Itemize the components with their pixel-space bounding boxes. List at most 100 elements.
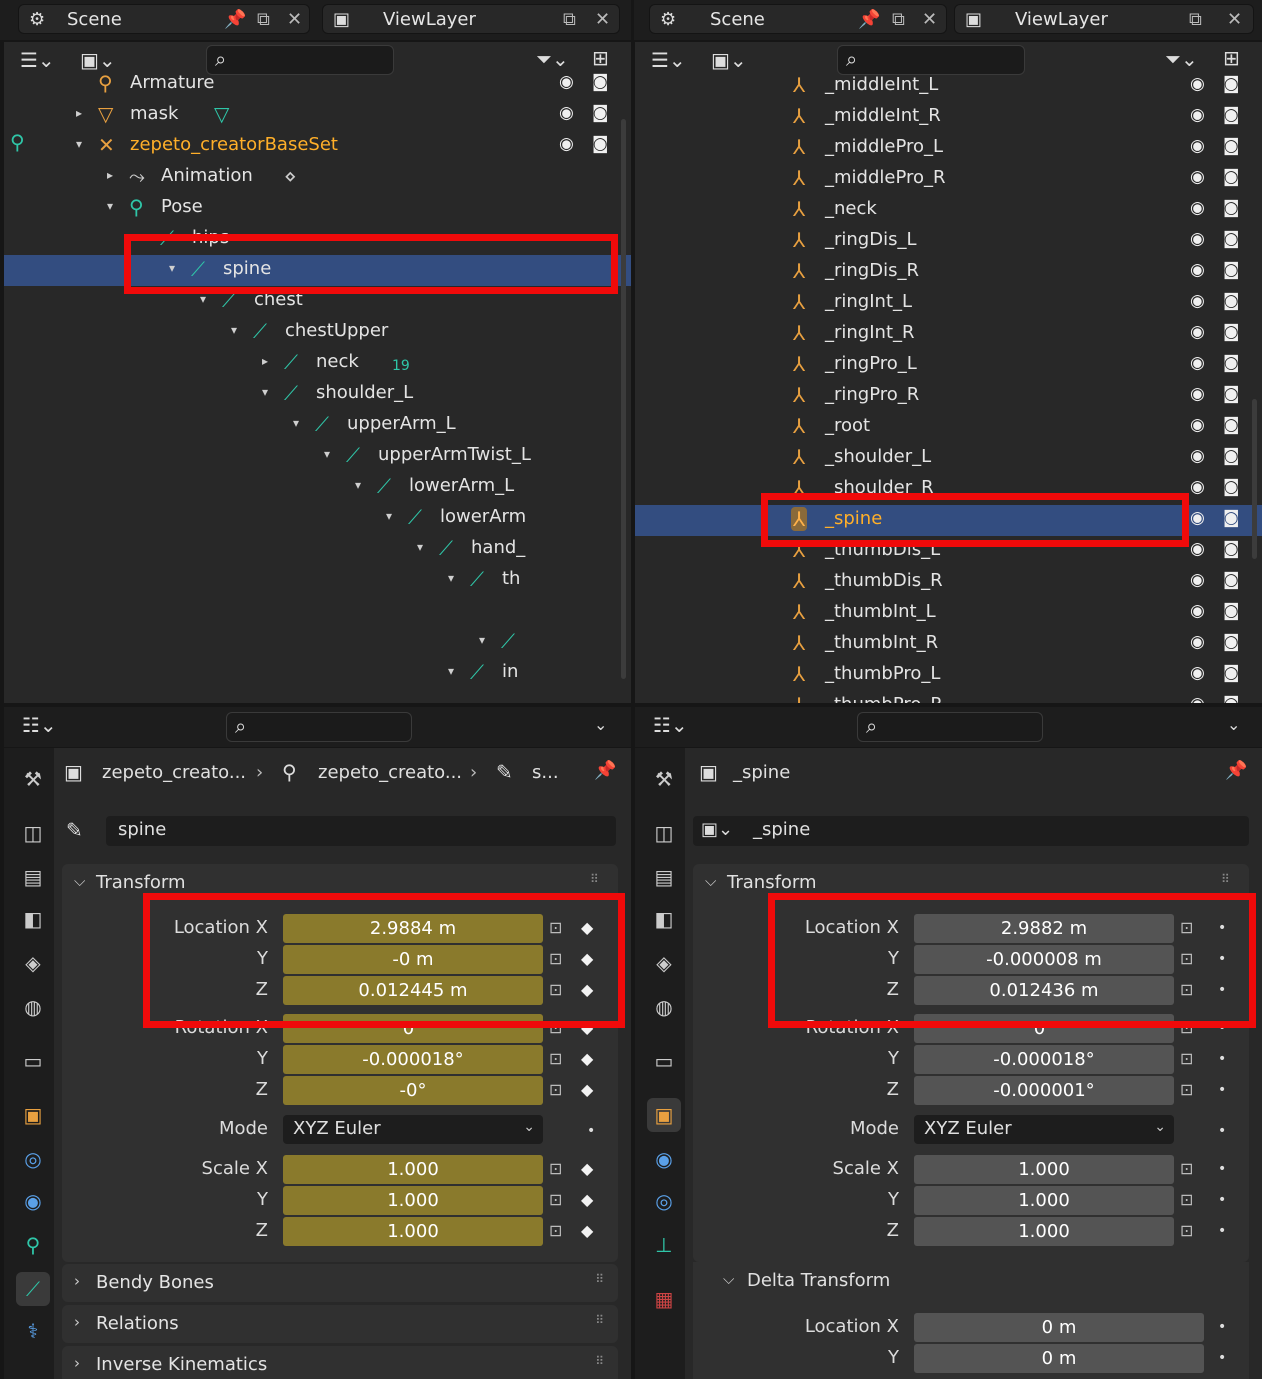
keyframe-diamond-icon[interactable]: ◆ <box>581 1190 593 1209</box>
delta-location-x-field[interactable]: 0 m <box>914 1313 1204 1342</box>
visibility-eye-icon[interactable]: ◉ <box>559 72 574 92</box>
render-tab-icon[interactable]: ◫ <box>647 816 681 850</box>
render-tab-icon[interactable]: ◫ <box>16 816 50 850</box>
render-camera-icon[interactable]: ◙ <box>1223 446 1240 466</box>
collection-tab-icon[interactable]: ▭ <box>647 1044 681 1078</box>
scene-tab-icon[interactable]: ◈ <box>16 946 50 980</box>
visibility-eye-icon[interactable]: ◉ <box>1190 74 1205 94</box>
render-camera-icon[interactable]: ◙ <box>1223 198 1240 218</box>
pin-icon[interactable]: 📌 <box>224 9 246 30</box>
scale-y-field[interactable]: 1.000 <box>914 1186 1174 1215</box>
render-camera-icon[interactable]: ◙ <box>1223 260 1240 280</box>
outliner-row[interactable]: ▾ ⟋ hand_ <box>4 534 631 565</box>
options-dropdown-icon[interactable]: ⌄ <box>1227 715 1240 734</box>
drag-grip-icon[interactable]: ⠿ <box>595 1313 604 1327</box>
scrollbar[interactable] <box>1252 399 1257 559</box>
rotation-mode-select[interactable]: XYZ Euler ⌄ <box>914 1115 1174 1144</box>
render-camera-icon[interactable]: ◙ <box>1223 353 1240 373</box>
visibility-eye-icon[interactable]: ◉ <box>1190 136 1205 156</box>
render-camera-icon[interactable]: ◙ <box>592 72 609 92</box>
filter-icon[interactable]: ⏷⌄ <box>536 47 569 71</box>
render-camera-icon[interactable]: ◙ <box>1223 570 1240 590</box>
close-icon[interactable]: ✕ <box>922 9 937 30</box>
outliner-row[interactable]: ▸ ⤳ Animation ⋄ <box>4 162 631 193</box>
rotation-x-field[interactable]: 0° <box>914 1014 1174 1043</box>
transform-title[interactable]: Transform <box>727 872 817 893</box>
outliner-row[interactable]: ⅄ _thumbInt_R ◉ ◙ <box>635 629 1262 660</box>
outliner-row[interactable]: ▾ ⟋ chest <box>4 286 631 317</box>
render-camera-icon[interactable]: ◙ <box>1223 539 1240 559</box>
location-x-field[interactable]: 2.9882 m <box>914 914 1174 943</box>
keyframe-diamond-icon[interactable]: ◆ <box>581 918 593 937</box>
new-scene-icon[interactable]: ⧉ <box>892 9 905 30</box>
armature-mode-icon[interactable]: ⚲ <box>10 130 25 154</box>
outliner-row[interactable]: ▾ ⟋ hips <box>4 224 631 255</box>
render-camera-icon[interactable]: ◙ <box>1223 508 1240 528</box>
chevron-down-icon[interactable]: ⌵ <box>723 1270 734 1288</box>
rotation-z-field[interactable]: -0.000001° <box>914 1076 1174 1105</box>
render-camera-icon[interactable]: ◙ <box>592 134 609 154</box>
outliner-row[interactable]: ▾ ⟋ chestUpper <box>4 317 631 348</box>
scale-z-field[interactable]: 1.000 <box>283 1217 543 1246</box>
lock-icon[interactable]: ⊡ <box>549 1049 562 1068</box>
rotation-y-field[interactable]: -0.000018° <box>914 1045 1174 1074</box>
chevron-down-icon[interactable]: ⌵ <box>74 872 85 890</box>
editor-type-icon[interactable]: ☷⌄ <box>22 713 57 737</box>
pin-icon[interactable]: 📌 <box>594 760 616 781</box>
new-collection-icon[interactable]: ⊞ <box>592 46 609 70</box>
lock-icon[interactable]: ⊡ <box>549 949 562 968</box>
outliner-row[interactable]: ⅄ _middleInt_R ◉ ◙ <box>635 102 1262 133</box>
keyframe-diamond-icon[interactable]: ◆ <box>581 949 593 968</box>
delta-transform-title[interactable]: Delta Transform <box>747 1270 890 1291</box>
collection-tab-icon[interactable]: ▭ <box>16 1044 50 1078</box>
location-y-field[interactable]: -0.000008 m <box>914 945 1174 974</box>
viewlayer-selector[interactable]: ▣ ViewLayer ⧉ ✕ <box>954 4 1254 34</box>
collapse-arrow-icon[interactable]: ▾ <box>138 230 144 244</box>
outliner-row[interactable]: ▾ ⟋ shoulder_L <box>4 379 631 410</box>
render-camera-icon[interactable]: ◙ <box>1223 415 1240 435</box>
collapse-arrow-icon[interactable]: ▾ <box>200 292 206 306</box>
outliner-row[interactable]: ⅄ _ringPro_L ◉ ◙ <box>635 350 1262 381</box>
object-type-icon[interactable]: ▣⌄ <box>701 819 733 840</box>
keyframe-diamond-icon[interactable]: ◆ <box>581 980 593 999</box>
render-camera-icon[interactable]: ◙ <box>1223 105 1240 125</box>
visibility-eye-icon[interactable]: ◉ <box>1190 291 1205 311</box>
physics-tab-icon[interactable]: ◉ <box>647 1142 681 1176</box>
visibility-eye-icon[interactable]: ◉ <box>1190 105 1205 125</box>
collapse-arrow-icon[interactable]: ▾ <box>448 664 454 678</box>
visibility-eye-icon[interactable]: ◉ <box>1190 384 1205 404</box>
visibility-eye-icon[interactable]: ◉ <box>1190 694 1205 703</box>
bone-tab-icon[interactable]: ⟋ <box>16 1272 50 1306</box>
outliner-row[interactable]: ▾ ⟋ upperArm_L <box>4 410 631 441</box>
location-z-field[interactable]: 0.012436 m <box>914 976 1174 1005</box>
scene-selector[interactable]: ⚙ Scene 📌 ⧉ ✕ <box>18 4 310 34</box>
collapse-arrow-icon[interactable]: ▾ <box>324 447 330 461</box>
outliner-row[interactable]: ⅄ _middlePro_R ◉ ◙ <box>635 164 1262 195</box>
outliner-row[interactable]: ⅄ _middleInt_L ◉ ◙ <box>635 71 1262 102</box>
outliner-row[interactable]: ▾ ⟋ <box>4 627 631 658</box>
delta-location-y-field[interactable]: 0 m <box>914 1344 1204 1373</box>
visibility-eye-icon[interactable]: ◉ <box>1190 632 1205 652</box>
location-z-field[interactable]: 0.012445 m <box>283 976 543 1005</box>
lock-icon[interactable]: ⊡ <box>549 1080 562 1099</box>
render-camera-icon[interactable]: ◙ <box>1223 322 1240 342</box>
visibility-eye-icon[interactable]: ◉ <box>1190 446 1205 466</box>
collapse-arrow-icon[interactable]: ▾ <box>76 137 82 151</box>
constraint-tab-icon[interactable]: ◎ <box>647 1184 681 1218</box>
outliner-row[interactable]: ⅄ _thumbPro_L ◉ ◙ <box>635 660 1262 691</box>
keyframe-dot-icon[interactable]: • <box>1218 1350 1226 1366</box>
scene-selector[interactable]: ⚙ Scene 📌 ⧉ ✕ <box>649 4 947 34</box>
render-camera-icon[interactable]: ◙ <box>1223 601 1240 621</box>
keyframe-dot-icon[interactable]: • <box>1218 982 1226 998</box>
outliner-row[interactable]: ⅄ _ringPro_R ◉ ◙ <box>635 381 1262 412</box>
modifier-tab-icon[interactable]: ◎ <box>16 1142 50 1176</box>
outliner-row[interactable]: ⅄ _thumbInt_L ◉ ◙ <box>635 598 1262 629</box>
display-mode-icon[interactable]: ☰⌄ <box>651 48 686 72</box>
render-camera-icon[interactable]: ◙ <box>1223 384 1240 404</box>
visibility-eye-icon[interactable]: ◉ <box>1190 415 1205 435</box>
object-data-tab-icon[interactable]: ⚲ <box>16 1228 50 1262</box>
outliner-row[interactable]: ⅄ _middlePro_L ◉ ◙ <box>635 133 1262 164</box>
outliner-row[interactable]: ▾ ⟋ upperArmTwist_L <box>4 441 631 472</box>
render-camera-icon[interactable]: ◙ <box>1223 477 1240 497</box>
outliner-row[interactable]: ▾ ⟋ in <box>4 658 631 689</box>
